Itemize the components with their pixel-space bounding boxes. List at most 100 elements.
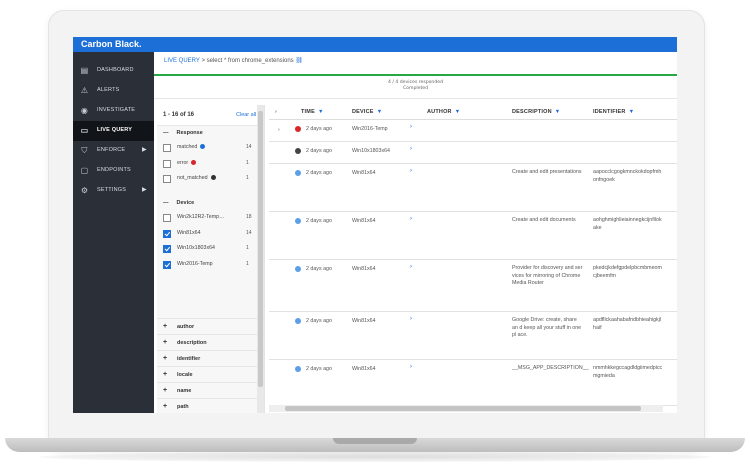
filter-option-text: Win2k12R2-Temp… [177, 214, 225, 220]
go-to-device-icon[interactable]: › [410, 316, 412, 322]
cell-device: Win2016-Temp [352, 126, 388, 132]
plus-icon[interactable]: + [163, 387, 167, 394]
sidebar-item-endpoints[interactable]: ▢ ENDPOINTS [73, 161, 154, 181]
table-row[interactable]: › 2 days ago Win2016-Temp › [269, 119, 677, 142]
results-table: › TIME ▼ DEVICE ▼ AUTHOR ▼ DESCRIPTION ▼ IDENTIF… [269, 105, 677, 413]
clear-all-link[interactable]: Clear all [236, 112, 256, 118]
sort-caret-icon[interactable]: ▼ [455, 109, 461, 115]
plus-icon[interactable]: + [163, 355, 167, 362]
facet-identifier[interactable]: + identifier [157, 350, 257, 367]
table-row[interactable]: 2 days ago Win81x64 › Provider for discover… [269, 259, 677, 312]
filter-option-label: Win2k12R2-Temp… [177, 214, 224, 220]
app-screen: Carbon Black. ▤ DASHBOARD ⚠ ALERTS ◉ INVESTIG… [73, 37, 677, 413]
go-to-device-icon[interactable]: › [410, 146, 412, 152]
filter-scrollbar-thumb[interactable] [258, 111, 263, 387]
column-header-description[interactable]: DESCRIPTION ▼ [512, 109, 560, 115]
facet-name[interactable]: + name [157, 382, 257, 399]
checkbox[interactable] [163, 214, 171, 222]
collapse-all-icon[interactable]: › [275, 109, 277, 115]
sidebar-item-settings[interactable]: ⚙ SETTINGS ▶ [73, 181, 154, 201]
filter-option[interactable]: Win2k12R2-Temp… 18 [163, 213, 253, 223]
checkbox[interactable] [163, 159, 171, 168]
sidebar-item-enforce[interactable]: ⛉ ENFORCE ▶ [73, 141, 154, 161]
filter-option[interactable]: Win2016-Temp 1 [163, 260, 253, 270]
plus-icon[interactable]: + [163, 371, 167, 378]
filter-option-label: matched [177, 144, 206, 150]
column-header-identifier[interactable]: IDENTIFIER ▼ [593, 109, 634, 115]
filter-option[interactable]: Win81x64 14 [163, 229, 253, 239]
cell-description: Create and edit presentations [512, 169, 582, 175]
column-header-author[interactable]: AUTHOR ▼ [427, 109, 460, 115]
result-count: 1 - 16 of 16 [163, 112, 195, 118]
cell-time: 2 days ago [306, 170, 332, 176]
table-row[interactable]: 2 days ago Win81x64 › Google Drive: create,… [269, 311, 677, 360]
table-row[interactable]: 2 days ago Win10x1803x64 › [269, 141, 677, 164]
facet-locale[interactable]: + locale [157, 366, 257, 383]
go-to-device-icon[interactable]: › [410, 216, 412, 222]
link-icon[interactable]: ⛓ [295, 58, 303, 64]
collapse-icon[interactable]: — [163, 130, 169, 136]
cell-description: Provider for discovery and ser vices for… [512, 265, 583, 286]
sidebar: ▤ DASHBOARD ⚠ ALERTS ◉ INVESTIGATE ▭ LIVE QUERY… [73, 52, 154, 413]
filter-scrollbar[interactable] [257, 105, 264, 413]
go-to-device-icon[interactable]: › [410, 264, 412, 270]
sort-caret-icon[interactable]: ▼ [555, 109, 561, 115]
checkbox[interactable] [163, 229, 171, 238]
checkbox[interactable] [163, 175, 171, 183]
filter-option[interactable]: error 1 [163, 159, 253, 169]
expand-row-icon[interactable]: › [278, 127, 280, 133]
table-row[interactable]: 2 days ago Win81x64 › Create and edit prese… [269, 163, 677, 212]
table-scrollbar-thumb[interactable] [285, 406, 641, 411]
filter-group-device[interactable]: — Device [163, 200, 194, 206]
laptop-shadow [40, 452, 710, 462]
checkbox[interactable] [163, 245, 171, 253]
column-header-time[interactable]: TIME ▼ [301, 109, 324, 115]
table-header: › TIME ▼ DEVICE ▼ AUTHOR ▼ DESCRIPTION ▼ IDENTIF… [269, 105, 677, 120]
sidebar-item-live-query[interactable]: ▭ LIVE QUERY [73, 121, 154, 141]
responded-progress-bar [154, 74, 677, 76]
cell-time: 2 days ago [306, 148, 332, 154]
filter-option[interactable]: Win10x1803x64 1 [163, 244, 253, 254]
status-dot-icon [295, 266, 301, 272]
filter-group-response[interactable]: — Response [163, 130, 203, 136]
facet-author[interactable]: + author [157, 318, 257, 335]
table-row[interactable]: 2 days ago Win81x64 › __MSG_APP_DESCRIPTION… [269, 359, 677, 406]
cell-identifier: aapocclcgogkmnckokdopfmh onfngoek [593, 169, 662, 183]
go-to-device-icon[interactable]: › [410, 168, 412, 174]
sidebar-item-label: LIVE QUERY [97, 127, 133, 133]
cell-time: 2 days ago [306, 266, 332, 272]
shield-icon: ⛉ [81, 146, 88, 155]
sidebar-item-dashboard[interactable]: ▤ DASHBOARD [73, 61, 154, 81]
go-to-device-icon[interactable]: › [410, 364, 412, 370]
gear-icon: ⚙ [80, 186, 89, 195]
table-horizontal-scrollbar[interactable] [269, 405, 663, 412]
filter-option-count: 1 [246, 245, 249, 251]
plus-icon[interactable]: + [163, 323, 167, 330]
facet-description[interactable]: + description [157, 334, 257, 351]
sidebar-item-investigate[interactable]: ◉ INVESTIGATE [73, 101, 154, 121]
filter-option[interactable]: not_matched 1 [163, 174, 253, 184]
collapse-icon[interactable]: — [163, 200, 169, 206]
checkbox[interactable] [163, 144, 171, 152]
go-to-device-icon[interactable]: › [410, 124, 412, 130]
breadcrumb-query-text: > select * from chrome_extensions [199, 58, 294, 64]
filter-option-text: error [177, 159, 189, 166]
column-header-label: IDENTIFIER [593, 109, 626, 115]
checkbox[interactable] [163, 260, 171, 269]
sort-caret-icon[interactable]: ▼ [629, 109, 635, 115]
status-dot-icon [200, 144, 206, 149]
plus-icon[interactable]: + [163, 339, 167, 346]
sort-caret-icon[interactable]: ▼ [377, 109, 383, 115]
plus-icon[interactable]: + [163, 403, 167, 410]
column-header-device[interactable]: DEVICE ▼ [352, 109, 382, 115]
sidebar-item-label: ENDPOINTS [97, 167, 131, 173]
sort-caret-icon[interactable]: ▼ [318, 109, 324, 115]
breadcrumb-live-query-link[interactable]: LIVE QUERY [164, 58, 200, 64]
filter-group-title: Response [176, 130, 203, 136]
cell-identifier: pkedcjkdefgpdelpbcmbmeom cjbeemfm [593, 265, 662, 279]
table-row[interactable]: 2 days ago Win81x64 › Create and edit docum… [269, 211, 677, 260]
cell-description: Google Drive: create, share an d keep al… [512, 317, 582, 338]
facet-path[interactable]: + path [157, 398, 257, 413]
sidebar-item-alerts[interactable]: ⚠ ALERTS [73, 81, 154, 101]
filter-option[interactable]: matched 14 [163, 143, 253, 153]
